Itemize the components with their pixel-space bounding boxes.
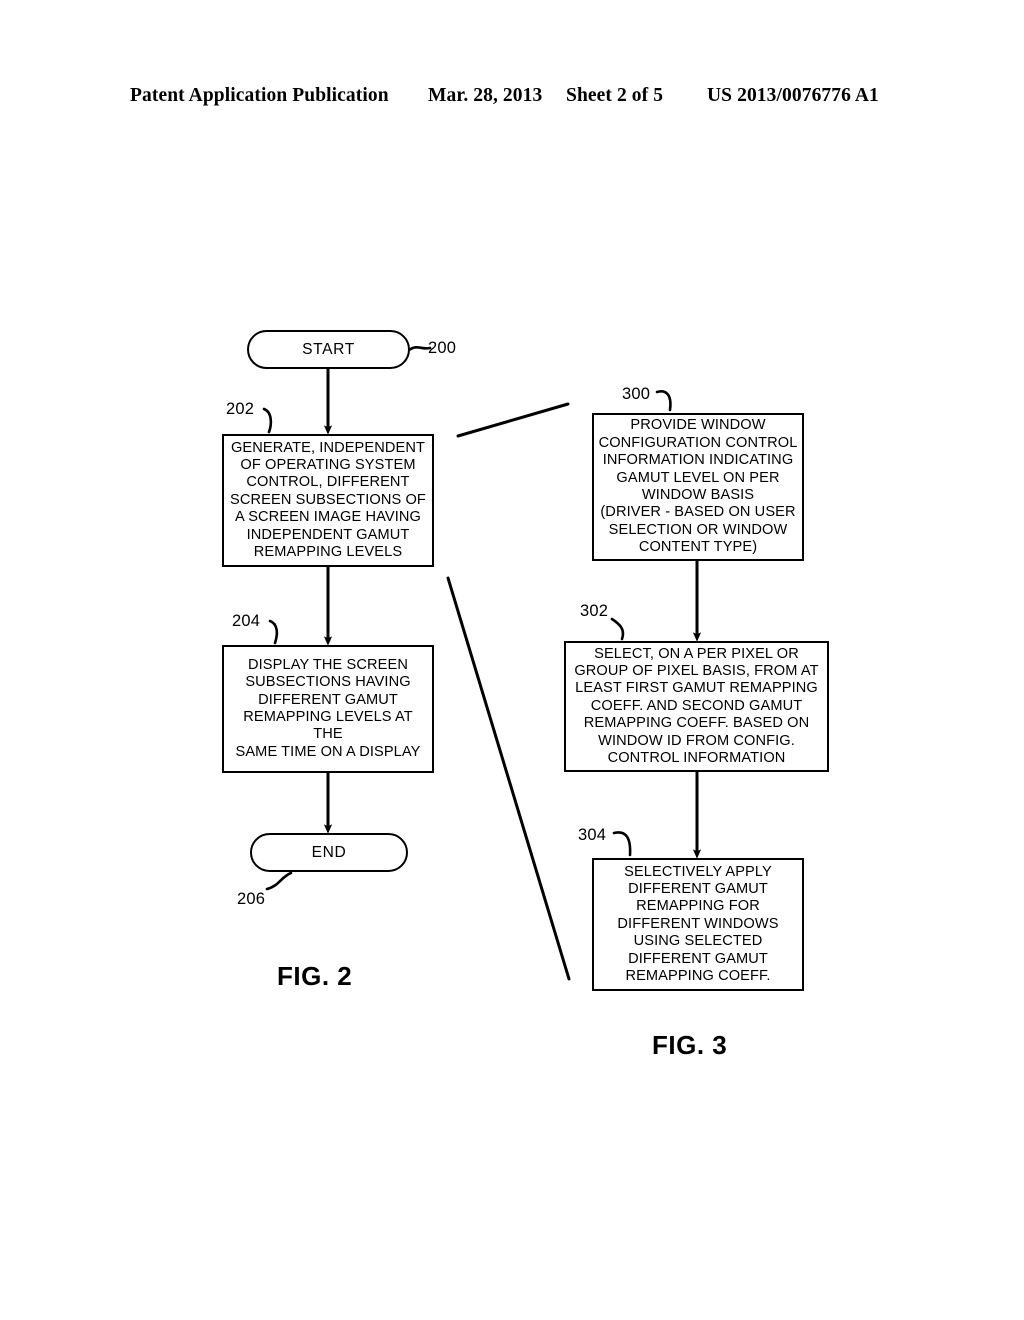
lead-line-304 [612,831,632,857]
lead-line-300 [655,390,672,412]
link-line-lower [446,576,571,981]
flow-node-302: SELECT, ON A PER PIXEL OR GROUP OF PIXEL… [564,641,829,772]
flow-node-300: PROVIDE WINDOW CONFIGURATION CONTROL INF… [592,413,804,561]
reference-numeral-304: 304 [578,826,607,844]
lead-line-206 [265,871,293,891]
lead-line-204 [268,619,279,645]
flow-node-300-label: PROVIDE WINDOW CONFIGURATION CONTROL INF… [598,417,798,556]
reference-numeral-302: 302 [580,602,609,620]
reference-numeral-202: 202 [226,400,255,418]
flowchart-connectors [262,345,702,981]
reference-numeral-300: 300 [622,385,651,403]
lead-line-202 [262,407,273,434]
reference-numeral-204: 204 [232,612,261,630]
flow-node-204-label: DISPLAY THE SCREEN SUBSECTIONS HAVING DI… [235,656,421,760]
flow-node-start-label: START [302,340,355,358]
lead-line-302 [610,617,625,641]
flow-node-end: END [250,833,408,872]
flow-node-202: GENERATE, INDEPENDENT OF OPERATING SYSTE… [222,434,434,567]
flow-node-304: SELECTIVELY APPLY DIFFERENT GAMUT REMAPP… [592,858,804,991]
flow-node-302-label: SELECT, ON A PER PIXEL OR GROUP OF PIXEL… [574,645,819,767]
flow-node-start: START [247,330,410,369]
figure-caption-2: FIG. 2 [277,961,353,991]
patent-drawing-page: Patent Application Publication Mar. 28, … [0,0,1024,1320]
flow-node-202-label: GENERATE, INDEPENDENT OF OPERATING SYSTE… [230,439,426,561]
link-line-upper [456,402,570,438]
reference-numeral-200: 200 [428,339,457,357]
reference-numeral-206: 206 [237,890,266,908]
lead-line-200 [407,345,432,352]
flow-node-end-label: END [311,843,347,861]
figure-caption-3: FIG. 3 [652,1030,728,1060]
flow-node-304-label: SELECTIVELY APPLY DIFFERENT GAMUT REMAPP… [617,863,779,985]
flow-node-204: DISPLAY THE SCREEN SUBSECTIONS HAVING DI… [222,645,434,773]
